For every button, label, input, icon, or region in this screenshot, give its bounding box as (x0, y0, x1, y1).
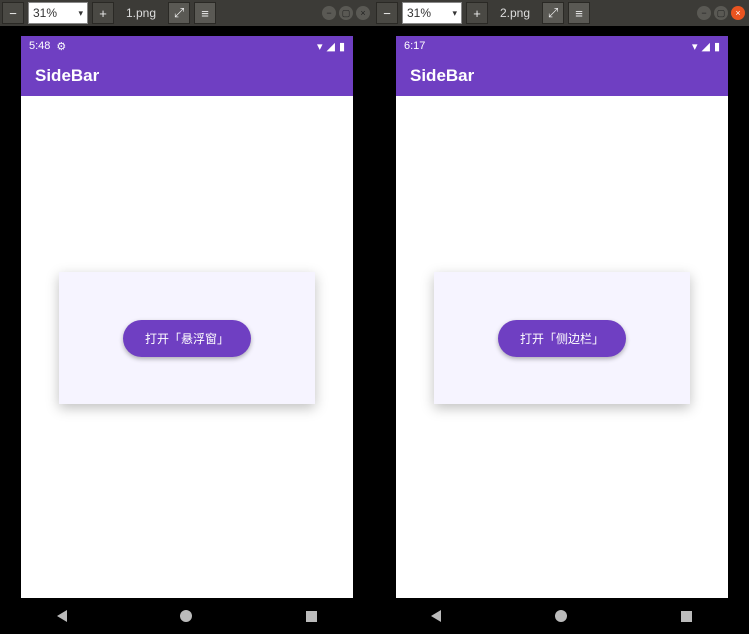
button-label: 打开「悬浮窗」 (145, 332, 229, 346)
back-icon[interactable] (57, 610, 67, 622)
battery-icon: ▮ (339, 40, 345, 53)
zoom-value: 31% (33, 6, 57, 20)
zoom-out-button[interactable]: − (376, 2, 398, 24)
android-statusbar: 5:48 ⚙ ▾ ◢ ▮ (21, 36, 353, 56)
chevron-down-icon: ▾ (78, 8, 83, 19)
close-icon[interactable]: × (356, 6, 370, 20)
signal-icon: ◢ (326, 40, 334, 53)
menu-button[interactable]: ≡ (194, 2, 216, 24)
close-icon[interactable]: × (731, 6, 745, 20)
zoom-select[interactable]: 31% ▾ (28, 2, 88, 24)
fullscreen-button[interactable]: ⤢ (542, 2, 564, 24)
maximize-icon[interactable]: ▢ (339, 6, 353, 20)
back-icon[interactable] (431, 610, 441, 622)
app-content: 打开「侧边栏」 (396, 96, 728, 622)
app-title: SideBar (410, 66, 474, 86)
battery-icon: ▮ (714, 40, 720, 53)
app-content: 打开「悬浮窗」 (21, 96, 353, 622)
workspace: 5:48 ⚙ ▾ ◢ ▮ SideBar 打开「悬浮窗」 (0, 26, 749, 634)
open-float-button[interactable]: 打开「悬浮窗」 (123, 320, 251, 357)
wifi-icon: ▾ (692, 40, 698, 53)
viewer-pane: 5:48 ⚙ ▾ ◢ ▮ SideBar 打开「悬浮窗」 (0, 26, 374, 634)
phone-screenshot: 6:17 ▾ ◢ ▮ SideBar 打开「侧边栏」 (396, 36, 728, 622)
card: 打开「侧边栏」 (434, 272, 690, 404)
zoom-value: 31% (407, 6, 431, 20)
recent-icon[interactable] (681, 611, 692, 622)
android-navbar (0, 598, 374, 634)
zoom-in-button[interactable]: + (466, 2, 488, 24)
chevron-down-icon: ▾ (452, 8, 457, 19)
menu-button[interactable]: ≡ (568, 2, 590, 24)
maximize-icon[interactable]: ▢ (714, 6, 728, 20)
minimize-icon[interactable]: − (697, 6, 711, 20)
recent-icon[interactable] (306, 611, 317, 622)
home-icon[interactable] (180, 610, 192, 622)
gear-icon: ⚙ (56, 40, 66, 53)
viewer-toolbar: − 31% ▾ + 1.png ⤢ ≡ − ▢ × − 31% ▾ + 2.pn… (0, 0, 749, 26)
minimize-icon[interactable]: − (322, 6, 336, 20)
zoom-in-button[interactable]: + (92, 2, 114, 24)
app-title: SideBar (35, 66, 99, 86)
card: 打开「悬浮窗」 (59, 272, 315, 404)
fullscreen-button[interactable]: ⤢ (168, 2, 190, 24)
app-bar: SideBar (396, 56, 728, 96)
zoom-out-button[interactable]: − (2, 2, 24, 24)
filename-label: 2.png (490, 6, 540, 20)
clock-label: 5:48 (29, 40, 50, 52)
app-bar: SideBar (21, 56, 353, 96)
home-icon[interactable] (555, 610, 567, 622)
zoom-select[interactable]: 31% ▾ (402, 2, 462, 24)
window-controls: − ▢ × (318, 6, 374, 20)
viewer-pane: 6:17 ▾ ◢ ▮ SideBar 打开「侧边栏」 (374, 26, 749, 634)
android-navbar (374, 598, 749, 634)
android-statusbar: 6:17 ▾ ◢ ▮ (396, 36, 728, 56)
button-label: 打开「侧边栏」 (520, 332, 604, 346)
open-sidebar-button[interactable]: 打开「侧边栏」 (498, 320, 626, 357)
window-controls: − ▢ × (693, 6, 749, 20)
wifi-icon: ▾ (317, 40, 323, 53)
signal-icon: ◢ (701, 40, 709, 53)
clock-label: 6:17 (404, 40, 425, 52)
filename-label: 1.png (116, 6, 166, 20)
phone-screenshot: 5:48 ⚙ ▾ ◢ ▮ SideBar 打开「悬浮窗」 (21, 36, 353, 622)
